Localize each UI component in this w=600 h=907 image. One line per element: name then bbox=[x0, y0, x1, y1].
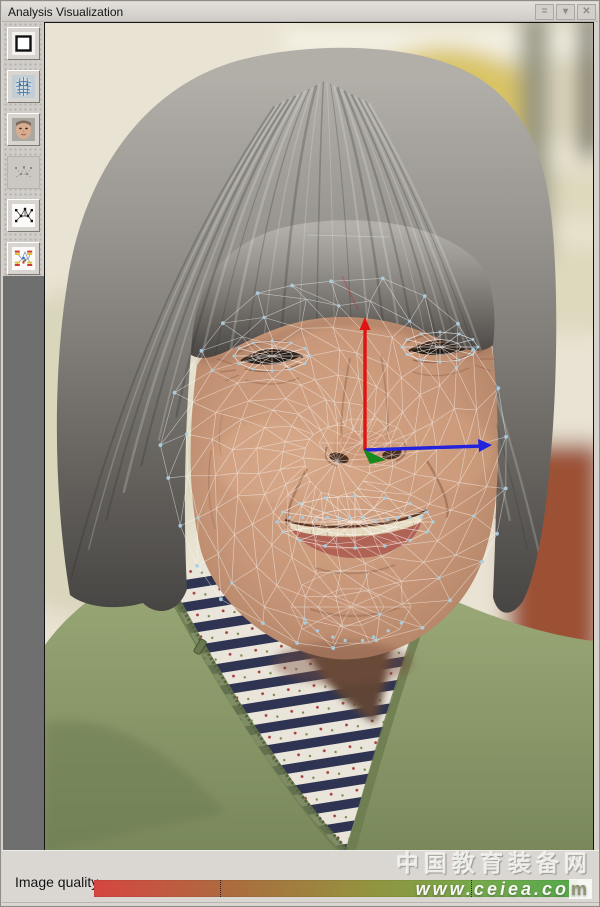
window-controls: = ▾ ✕ bbox=[535, 4, 598, 20]
maximize-icon: ▾ bbox=[563, 7, 568, 17]
face-photo-icon bbox=[12, 118, 35, 141]
close-icon: ✕ bbox=[582, 7, 590, 17]
toolbar-button-face-texture[interactable] bbox=[7, 113, 40, 146]
view-mode-toolbar bbox=[3, 22, 45, 852]
toolbar-button-plain-image[interactable] bbox=[7, 27, 40, 60]
window-title: Analysis Visualization bbox=[2, 5, 535, 19]
statusbar: Image quality bbox=[2, 850, 600, 905]
toolbar-button-strip bbox=[3, 22, 44, 276]
landmark-points-icon bbox=[12, 204, 35, 227]
toolbar-button-landmarks[interactable] bbox=[7, 199, 40, 232]
minimize-button[interactable]: = bbox=[535, 4, 554, 20]
image-quality-label: Image quality bbox=[15, 874, 98, 890]
analysis-photo bbox=[45, 23, 593, 851]
statusbar-bottom-line bbox=[2, 902, 600, 903]
meter-tick bbox=[220, 880, 221, 897]
titlebar[interactable]: Analysis Visualization = ▾ ✕ bbox=[2, 2, 598, 22]
close-button[interactable]: ✕ bbox=[577, 4, 596, 20]
toolbar-button-colored-landmarks[interactable] bbox=[7, 242, 40, 275]
square-outline-icon bbox=[12, 32, 35, 55]
maximize-button[interactable]: ▾ bbox=[556, 4, 575, 20]
wireframe-icon bbox=[12, 161, 35, 184]
minimize-icon: = bbox=[542, 7, 548, 17]
photo-viewport[interactable] bbox=[44, 22, 594, 852]
face-mesh-icon bbox=[12, 75, 35, 98]
meter-tick bbox=[471, 880, 472, 897]
toolbar-button-mesh-model[interactable] bbox=[7, 70, 40, 103]
analysis-visualization-window: Analysis Visualization = ▾ ✕ bbox=[0, 0, 600, 907]
colored-landmarks-icon bbox=[12, 247, 35, 270]
toolbar-button-wireframe[interactable] bbox=[7, 156, 40, 189]
image-quality-meter bbox=[94, 880, 577, 897]
